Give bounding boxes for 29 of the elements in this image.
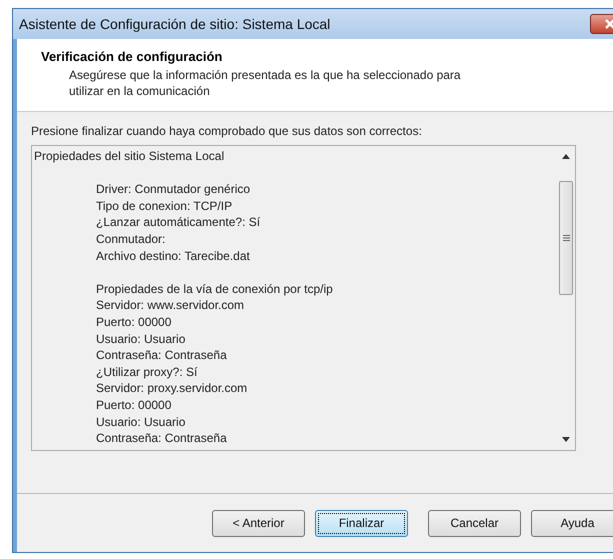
summary-line: Usuario: Usuario: [95, 330, 186, 348]
dialog-button[interactable]: Ayuda: [531, 510, 613, 536]
summary-line: Servidor: www.servidor.com: [95, 297, 246, 314]
close-icon: [604, 19, 613, 29]
summary-line: ¿Lanzar automáticamente?: Sí: [95, 214, 262, 231]
grip-icon: [562, 235, 570, 241]
summary-line: Propiedades de la vía de conexión por tcp/ip: [95, 280, 334, 298]
summary-line: Contraseña: Contraseña: [95, 347, 228, 364]
summary-line: Servidor: proxy.servidor.com: [95, 380, 248, 397]
dialog-button[interactable]: < Anterior: [212, 510, 305, 536]
step-description: Asegúrese que la información presentada es la que ha seleccionado para utilizar en la comunicación: [68, 67, 462, 99]
summary-line: Usuario: Usuario: [95, 414, 186, 430]
summary-line: Archivo destino: Tarecibe.dat: [95, 248, 251, 264]
summary-line: Contraseña: Contraseña: [95, 430, 228, 447]
summary-line: ¿Utilizar proxy?: Sí: [95, 364, 198, 380]
dialog-button[interactable]: Finalizar: [315, 510, 408, 536]
summary-line: Tipo de conexion: TCP/IP: [95, 198, 234, 214]
summary-title: Propiedades del sitio Sistema Local: [34, 148, 226, 165]
summary-line: Conmutador:: [95, 230, 166, 248]
step-title: Verificación de configuración: [41, 49, 224, 64]
window-title: Asistente de Configuración de sitio: Sistema Local: [19, 16, 330, 32]
summary-line: Puerto: 00000: [95, 396, 172, 414]
summary-line: Puerto: 00000: [95, 314, 172, 331]
summary-line: Driver: Conmutador genérico: [95, 181, 252, 198]
instruction-text: Presione finalizar cuando haya comprobado que sus datos son correctos:: [31, 124, 423, 138]
scroll-thumb[interactable]: [559, 181, 573, 295]
scroll-up-icon[interactable]: [562, 154, 570, 159]
dialog-button[interactable]: Cancelar: [428, 510, 521, 536]
scroll-down-icon[interactable]: [562, 437, 570, 442]
